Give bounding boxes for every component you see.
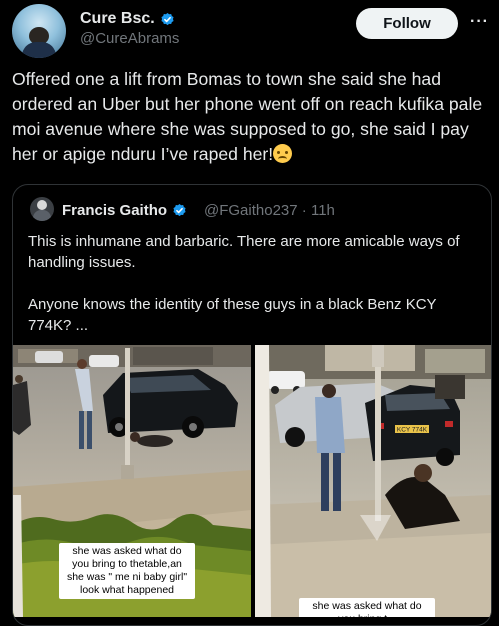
author-name-row[interactable]: Cure Bsc. — [80, 10, 175, 28]
right-image-caption: she was asked what do you bring t... — [299, 598, 435, 617]
tweet-text: Offered one a lift from Bomas to town sh… — [12, 67, 492, 167]
quote-handle-time: @FGaitho237 · 11h — [204, 202, 335, 219]
quote-paragraph-2: Anyone knows the identity of these guys … — [28, 296, 437, 334]
quote-text: This is inhumane and barbaric. There are… — [28, 231, 478, 336]
media-image-right[interactable]: KCY 774K she was asked what do you bring… — [255, 345, 491, 617]
more-options-icon[interactable]: ··· — [470, 13, 489, 31]
quoted-tweet-card[interactable]: Francis Gaitho @FGaitho237 · 11h This is… — [12, 184, 492, 626]
media-image-left[interactable]: she was asked what do you bring to theta… — [13, 345, 251, 617]
tweet-text-body: Offered one a lift from Bomas to town sh… — [12, 69, 483, 164]
quote-timestamp: · 11h — [301, 202, 335, 219]
quote-author-avatar[interactable] — [30, 197, 54, 221]
quote-verified-badge-icon — [173, 203, 186, 217]
author-handle[interactable]: @CureAbrams — [80, 30, 179, 47]
quote-avatar-body — [33, 210, 51, 221]
quote-author-handle[interactable]: @FGaitho237 — [204, 202, 298, 219]
sad-tear-emoji-icon — [273, 144, 293, 163]
quote-avatar-head — [37, 200, 47, 210]
verified-badge-icon — [161, 12, 174, 25]
street-scene-right-image: KCY 774K — [255, 345, 491, 617]
license-plate-text: KCY 774K — [397, 427, 428, 434]
follow-button[interactable]: Follow — [356, 8, 458, 39]
quote-paragraph-1: This is inhumane and barbaric. There are… — [28, 233, 460, 271]
author-name[interactable]: Cure Bsc. — [80, 10, 155, 28]
author-avatar[interactable] — [12, 4, 66, 58]
quote-author-name[interactable]: Francis Gaitho — [62, 202, 167, 219]
left-image-caption: she was asked what do you bring to theta… — [59, 543, 195, 599]
quote-author-name-row[interactable]: Francis Gaitho — [62, 202, 187, 219]
avatar-body-shape — [22, 42, 56, 58]
